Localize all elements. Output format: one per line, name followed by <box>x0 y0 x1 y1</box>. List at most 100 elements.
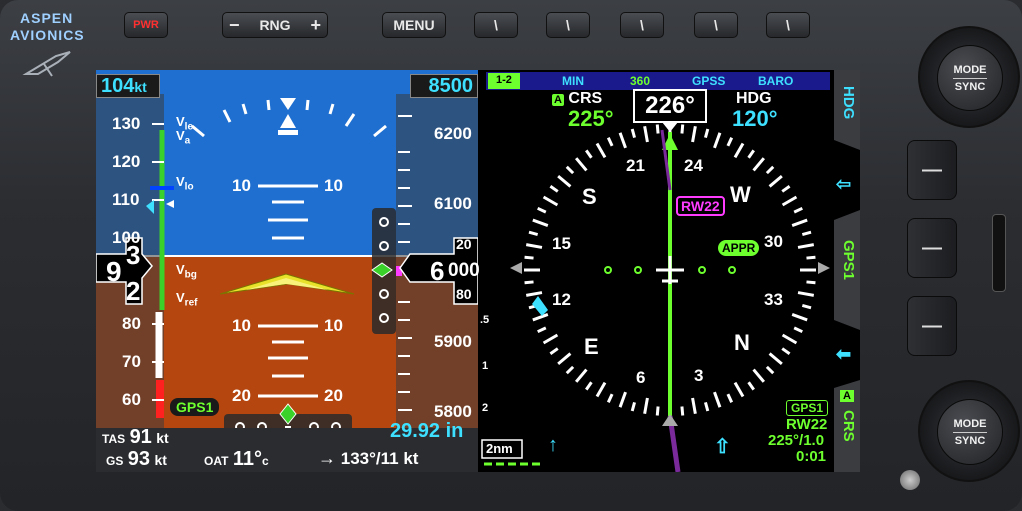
pitch-label-up10-right: 10 <box>324 176 343 195</box>
gs-label: GS <box>106 454 124 468</box>
appr-badge: APPR <box>718 240 760 256</box>
tab-hdg-label: HDG <box>840 86 857 120</box>
nav-info-source: GPS1 <box>786 400 829 416</box>
power-label: PWR <box>133 19 159 31</box>
brand-name: ASPEN <box>20 10 74 26</box>
altitude-tape-5800: 5800 <box>434 402 472 421</box>
gs-readout: GS 93 kt <box>106 448 167 471</box>
vspeed-vlo: Vlo <box>176 174 194 193</box>
menu-key-5[interactable]: \ <box>766 12 810 38</box>
range-label: 2nm <box>486 441 513 456</box>
tab-crs-label: CRS <box>840 410 857 442</box>
side-key-1[interactable]: — <box>907 140 957 200</box>
airspeed-tape-60: 60 <box>122 390 141 409</box>
airspeed-tape-130: 130 <box>112 114 141 133</box>
bottom-mode-sync-knob[interactable]: MODE SYNC <box>918 380 1020 482</box>
nav-info-course-dist: 225°/1.0 <box>768 432 825 449</box>
side-key-2[interactable]: — <box>907 218 957 278</box>
airspeed-bug-unit: kt <box>134 79 147 95</box>
compass-label-e: E <box>584 334 599 359</box>
hsi-topbar-min: MIN <box>562 74 584 88</box>
compass-tick <box>655 406 660 416</box>
tas-readout: TAS 91 kt <box>102 426 169 449</box>
tas-value: 91 <box>129 426 152 448</box>
baro-value: 29.92 <box>390 420 441 442</box>
heading-value: 226° <box>645 92 695 119</box>
compass-tick <box>806 255 816 260</box>
menu-key-4[interactable]: \ <box>694 12 738 38</box>
bearing-pointer-icon: ↑ <box>548 434 558 456</box>
device-bezel: ASPEN AVIONICS PWR − RNG + MENU \ \ \ \ … <box>0 0 1022 511</box>
range-minus-button[interactable]: − <box>229 15 240 36</box>
compass-label-w: W <box>730 182 751 207</box>
altitude-roll-lower: 80 <box>456 286 472 302</box>
vspeed-vlo-sub: lo <box>184 181 194 193</box>
altitude-hundreds: 000 <box>448 260 480 281</box>
pitch-label-up10-left: 10 <box>232 176 251 195</box>
vspeed-va: Va <box>176 128 190 147</box>
menu-key-2[interactable]: \ <box>546 12 590 38</box>
vspeed-vbg: Vbg <box>176 262 197 281</box>
airspeed-hundreds: 9 <box>106 256 122 287</box>
hsi-topbar-baro: BARO <box>758 74 794 88</box>
crs-auto-badge: A <box>552 94 564 106</box>
vsi-label-half: .5 <box>480 314 490 326</box>
compass-label-12: 12 <box>552 290 571 309</box>
airspeed-lower-digit: 2 <box>126 276 141 306</box>
vspeed-vref-sub: ref <box>184 297 198 309</box>
oat-unit: c <box>262 454 269 468</box>
display-screen: 104kt 8500 130 120 110 100 80 70 60 Vle … <box>96 70 860 472</box>
vspeed-vlo-v: V <box>176 174 185 189</box>
pitch-label-dn10-left: 10 <box>232 316 251 335</box>
hsi-topbar-gpss: GPSS <box>692 74 726 88</box>
vsi-label-2: 2 <box>482 402 489 414</box>
range-label: RNG <box>259 17 291 33</box>
top-mode-sync-knob[interactable]: MODE SYNC <box>918 26 1020 128</box>
tab-gps1-label: GPS1 <box>840 240 857 281</box>
vspeed-vref-v: V <box>176 290 185 305</box>
vspeed-va-sub: a <box>184 135 191 147</box>
bearing-left-arrow-icon: ⇦ <box>836 174 852 194</box>
altitude-thousands: 6 <box>430 256 445 286</box>
bottom-knob-mode-label: MODE <box>953 417 987 430</box>
airspeed-upper-digit: 3 <box>126 240 141 270</box>
nav-info-waypoint: RW22 <box>786 416 828 433</box>
vspeed-vref: Vref <box>176 290 197 309</box>
crs-value: 225° <box>568 106 614 131</box>
nav-info-time: 0:01 <box>796 448 827 465</box>
menu-button[interactable]: MENU <box>382 12 446 38</box>
waypoint-label: RW22 <box>676 196 725 216</box>
baro-setting: 29.92 in <box>390 420 463 443</box>
bearing-left-arrow-2-icon: ⬅ <box>836 344 852 364</box>
vspeed-vbg-sub: bg <box>184 269 197 281</box>
airspeed-tape-110: 110 <box>112 190 140 209</box>
card-slot <box>992 214 1006 292</box>
pitch-label-dn20-right: 20 <box>324 386 343 405</box>
compass-label-21: 21 <box>626 156 645 175</box>
power-button[interactable]: PWR <box>124 12 168 38</box>
top-knob-face[interactable]: MODE SYNC <box>937 45 1003 111</box>
compass-tick <box>680 124 685 134</box>
wind-readout: → 133°/11 kt <box>318 448 418 469</box>
side-key-3[interactable]: — <box>907 296 957 356</box>
range-plus-button[interactable]: + <box>310 15 321 36</box>
altitude-tape-6200: 6200 <box>434 124 472 143</box>
menu-key-3[interactable]: \ <box>620 12 664 38</box>
compass-tick <box>655 124 660 134</box>
hsi-mode-label: 1-2 <box>496 74 512 86</box>
tas-unit: kt <box>156 430 169 446</box>
compass-label-6: 6 <box>636 368 646 387</box>
bottom-knob-face[interactable]: MODE SYNC <box>937 399 1003 465</box>
airspeed-tape-80: 80 <box>122 314 141 333</box>
pitch-label-dn10-right: 10 <box>324 316 343 335</box>
menu-key-1[interactable]: \ <box>474 12 518 38</box>
altitude-tape-6100: 6100 <box>434 194 472 213</box>
compass-tick <box>806 280 816 285</box>
altitude-bug-readout: 8500 <box>410 74 478 98</box>
bottom-knob-divider <box>953 431 987 433</box>
top-knob-sync-label: SYNC <box>954 80 986 93</box>
compass-label-n: N <box>734 330 750 355</box>
altitude-tape-5900: 5900 <box>434 332 472 351</box>
top-knob-mode-label: MODE <box>953 63 987 76</box>
compass-label-24: 24 <box>684 156 703 175</box>
